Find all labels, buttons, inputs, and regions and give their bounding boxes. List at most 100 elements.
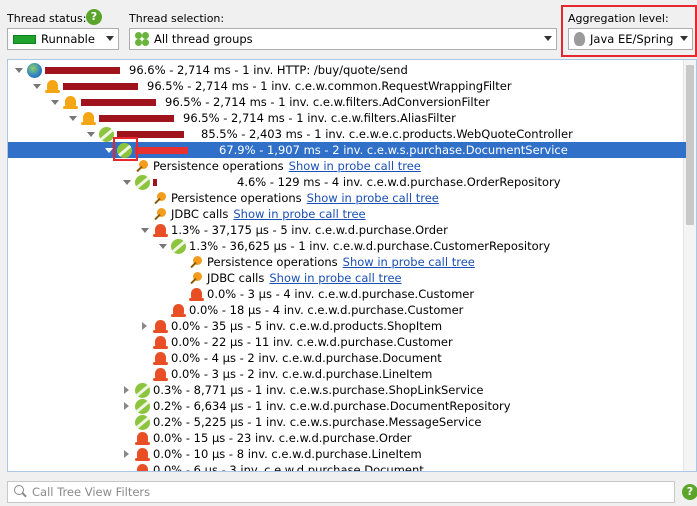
tree-row-label: JDBC calls bbox=[171, 207, 229, 221]
filter-icon bbox=[45, 79, 60, 94]
tree-row[interactable]: Persistence operations Show in probe call… bbox=[8, 254, 686, 270]
thread-status-label: Thread status: bbox=[7, 12, 87, 25]
spring-bean-icon bbox=[171, 238, 186, 254]
entity-icon bbox=[153, 319, 168, 334]
chevron-down-icon bbox=[544, 36, 552, 41]
tree-row-label: Persistence operations bbox=[207, 255, 338, 269]
tree-row-label: 96.5% - 2,714 ms - 1 inv. c.e.w.filters.… bbox=[183, 111, 456, 125]
aggregation-level-combo[interactable]: Java EE/Spring bbox=[568, 28, 693, 50]
tree-row[interactable]: 96.5% - 2,714 ms - 1 inv. c.e.w.filters.… bbox=[8, 110, 686, 126]
expand-toggle-open-icon[interactable] bbox=[122, 177, 132, 187]
time-percentage-bar bbox=[45, 66, 123, 74]
thread-selection-combo[interactable]: All thread groups bbox=[129, 28, 557, 50]
scrollbar-thumb[interactable] bbox=[686, 65, 694, 225]
thread-status-help-icon[interactable]: ? bbox=[86, 9, 102, 25]
expand-toggle-closed-icon[interactable] bbox=[122, 401, 132, 411]
tree-row[interactable]: 0.0% - 35 μs - 5 inv. c.e.w.d.products.S… bbox=[8, 318, 686, 334]
tree-row-label: JDBC calls bbox=[207, 271, 265, 285]
tree-row[interactable]: 4.6% - 129 ms - 4 inv. c.e.w.d.purchase.… bbox=[8, 174, 686, 190]
expand-toggle-open-icon[interactable] bbox=[50, 97, 60, 107]
tree-row[interactable]: 0.0% - 15 μs - 23 inv. c.e.w.d.purchase.… bbox=[8, 430, 686, 446]
call-tree-filter-input[interactable]: Call Tree View Filters bbox=[7, 481, 675, 503]
tree-row[interactable]: 0.0% - 6 μs - 3 inv. c.e.w.d.purchase.Do… bbox=[8, 462, 686, 472]
tree-row-label: 96.5% - 2,714 ms - 1 inv. c.e.w.common.R… bbox=[147, 79, 512, 93]
tree-row[interactable]: JDBC calls Show in probe call tree bbox=[8, 270, 686, 286]
expand-toggle-open-icon[interactable] bbox=[32, 81, 42, 91]
tree-row[interactable]: 0.2% - 5,225 μs - 1 inv. c.e.w.s.purchas… bbox=[8, 414, 686, 430]
time-percentage-bar bbox=[135, 146, 213, 154]
time-percentage-bar bbox=[63, 82, 141, 90]
tree-row[interactable]: 0.0% - 18 μs - 4 inv. c.e.w.d.purchase.C… bbox=[8, 302, 686, 318]
tree-row-label: 0.0% - 22 μs - 11 inv. c.e.w.d.purchase.… bbox=[171, 335, 453, 349]
tree-row[interactable]: 0.0% - 22 μs - 11 inv. c.e.w.d.purchase.… bbox=[8, 334, 686, 350]
tree-row-label: 0.3% - 8,771 μs - 1 inv. c.e.w.s.purchas… bbox=[153, 383, 484, 397]
aggregation-level-value: Java EE/Spring bbox=[590, 32, 674, 46]
show-in-probe-call-tree-link[interactable]: Show in probe call tree bbox=[269, 271, 401, 285]
entity-icon bbox=[135, 447, 150, 462]
tree-row[interactable]: 0.2% - 6,634 μs - 1 inv. c.e.w.d.purchas… bbox=[8, 398, 686, 414]
tree-row[interactable]: 96.6% - 2,714 ms - 1 inv. HTTP: /buy/quo… bbox=[8, 62, 686, 78]
runnable-state-icon bbox=[13, 34, 36, 44]
expand-toggle-open-icon[interactable] bbox=[68, 113, 78, 123]
expand-toggle-closed-icon[interactable] bbox=[140, 321, 150, 331]
thread-group-icon bbox=[135, 32, 149, 46]
tree-row[interactable]: 0.0% - 10 μs - 8 inv. c.e.w.d.purchase.L… bbox=[8, 446, 686, 462]
entity-icon bbox=[135, 463, 150, 471]
tree-row-label: 4.6% - 129 ms - 4 inv. c.e.w.d.purchase.… bbox=[237, 175, 561, 189]
tree-row[interactable]: 0.0% - 3 μs - 2 inv. c.e.w.d.purchase.Li… bbox=[8, 366, 686, 382]
expand-toggle-open-icon[interactable] bbox=[158, 241, 168, 251]
time-percentage-bar bbox=[153, 178, 231, 186]
thread-status-combo[interactable]: Runnable bbox=[7, 28, 119, 50]
tree-row[interactable]: 1.3% - 36,625 μs - 1 inv. c.e.w.d.purcha… bbox=[8, 238, 686, 254]
tree-row-label: 0.0% - 3 μs - 4 inv. c.e.w.d.purchase.Cu… bbox=[207, 287, 475, 301]
probe-icon bbox=[153, 207, 168, 222]
expand-toggle-closed-icon[interactable] bbox=[122, 449, 132, 459]
spring-bean-icon bbox=[99, 126, 114, 142]
bean-icon bbox=[574, 32, 585, 46]
tree-row[interactable]: 96.5% - 2,714 ms - 1 inv. c.e.w.common.R… bbox=[8, 78, 686, 94]
tree-row[interactable]: Persistence operations Show in probe call… bbox=[8, 190, 686, 206]
show-in-probe-call-tree-link[interactable]: Show in probe call tree bbox=[233, 207, 365, 221]
show-in-probe-call-tree-link[interactable]: Show in probe call tree bbox=[307, 191, 439, 205]
expand-toggle-closed-icon[interactable] bbox=[122, 385, 132, 395]
tree-row-label: 1.3% - 37,175 μs - 5 inv. c.e.w.d.purcha… bbox=[171, 223, 448, 237]
tree-row-label: 0.0% - 10 μs - 8 inv. c.e.w.d.purchase.L… bbox=[153, 447, 422, 461]
tree-row-label: 0.0% - 6 μs - 3 inv. c.e.w.d.purchase.Do… bbox=[153, 463, 424, 472]
tree-row[interactable]: 0.0% - 3 μs - 4 inv. c.e.w.d.purchase.Cu… bbox=[8, 286, 686, 302]
tree-row[interactable]: JDBC calls Show in probe call tree bbox=[8, 206, 686, 222]
tree-row[interactable]: 1.3% - 37,175 μs - 5 inv. c.e.w.d.purcha… bbox=[8, 222, 686, 238]
chevron-down-icon bbox=[106, 36, 114, 41]
filter-placeholder: Call Tree View Filters bbox=[32, 485, 151, 499]
expand-toggle-open-icon[interactable] bbox=[140, 225, 150, 235]
entity-icon bbox=[171, 303, 186, 318]
entity-icon bbox=[153, 335, 168, 350]
aggregation-level-label: Aggregation level: bbox=[568, 12, 669, 25]
tree-row[interactable]: 0.3% - 8,771 μs - 1 inv. c.e.w.s.purchas… bbox=[8, 382, 686, 398]
thread-status-value: Runnable bbox=[41, 32, 95, 46]
show-in-probe-call-tree-link[interactable]: Show in probe call tree bbox=[343, 255, 475, 269]
expand-toggle-open-icon[interactable] bbox=[86, 129, 96, 139]
filter-help-icon[interactable]: ? bbox=[682, 484, 697, 500]
tree-row[interactable]: 85.5% - 2,403 ms - 1 inv. c.e.w.e.c.prod… bbox=[8, 126, 686, 142]
tree-row-label: 0.0% - 15 μs - 23 inv. c.e.w.d.purchase.… bbox=[153, 431, 412, 445]
tree-row[interactable]: Persistence operations Show in probe call… bbox=[8, 158, 686, 174]
spring-bean-icon bbox=[135, 382, 150, 398]
tree-row[interactable]: 96.5% - 2,714 ms - 1 inv. c.e.w.filters.… bbox=[8, 94, 686, 110]
spring-bean-icon bbox=[135, 414, 150, 430]
tree-row[interactable]: 0.0% - 4 μs - 2 inv. c.e.w.d.purchase.Do… bbox=[8, 350, 686, 366]
tree-row-label: 0.0% - 3 μs - 2 inv. c.e.w.d.purchase.Li… bbox=[171, 367, 433, 381]
show-in-probe-call-tree-link[interactable]: Show in probe call tree bbox=[289, 159, 421, 173]
call-tree[interactable]: 96.6% - 2,714 ms - 1 inv. HTTP: /buy/quo… bbox=[7, 59, 697, 472]
expand-toggle-open-icon[interactable] bbox=[14, 65, 24, 75]
tree-row[interactable]: 67.9% - 1,907 ms - 2 inv. c.e.w.s.purcha… bbox=[8, 142, 686, 158]
tree-row-label: Persistence operations bbox=[171, 191, 302, 205]
http-request-icon bbox=[27, 62, 42, 78]
